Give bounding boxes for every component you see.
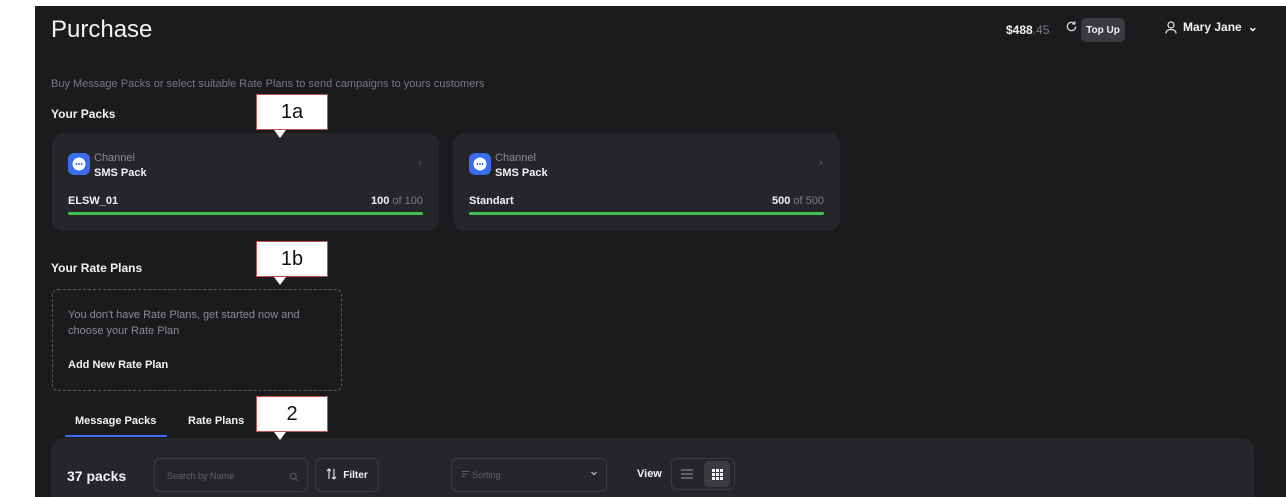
pack-usage: 500 of 500 — [772, 195, 824, 207]
user-menu[interactable]: Mary Jane ⌄ — [1165, 20, 1258, 34]
list-view-icon[interactable] — [674, 461, 700, 487]
view-toggle — [671, 458, 735, 490]
sorting-select[interactable]: Sorting — [451, 458, 607, 492]
callout-label: 2 — [256, 396, 328, 432]
search-input[interactable] — [165, 467, 289, 485]
pack-used: 500 — [771, 195, 791, 207]
callout-2: 2 — [256, 396, 328, 440]
callout-pointer — [274, 130, 286, 138]
callout-1b: 1b — [256, 241, 328, 285]
your-rate-plans-heading: Your Rate Plans — [51, 261, 143, 275]
balance-main: $488 — [1006, 23, 1033, 37]
pack-name: Standart — [469, 195, 514, 207]
your-packs-heading: Your Packs — [51, 107, 116, 121]
grid-view-icon[interactable] — [704, 461, 730, 487]
pack-used: 100 — [370, 195, 390, 207]
packs-count: 37 packs — [67, 468, 127, 484]
user-name: Mary Jane — [1183, 20, 1242, 34]
search-icon[interactable] — [289, 469, 299, 487]
top-up-button[interactable]: Top Up — [1081, 18, 1125, 42]
pack-channel-label: Channel — [495, 152, 536, 164]
pack-channel-label: Channel — [94, 152, 135, 164]
balance: $488.45 — [1006, 23, 1049, 37]
pack-total: of 500 — [793, 195, 824, 207]
sort-icon — [462, 470, 470, 480]
page-subtitle: Buy Message Packs or select suitable Rat… — [51, 78, 485, 90]
page-title: Purchase — [51, 16, 153, 43]
empty-state-text: You don't have Rate Plans, get started n… — [68, 309, 300, 337]
chevron-right-icon: › — [819, 157, 823, 169]
user-icon — [1165, 20, 1177, 34]
chevron-down-icon — [590, 469, 598, 479]
search-box — [154, 458, 308, 492]
active-tab-indicator — [65, 435, 167, 437]
callout-pointer — [274, 432, 286, 440]
chevron-right-icon: › — [418, 157, 422, 169]
rate-plans-empty-state: You don't have Rate Plans, get started n… — [52, 289, 342, 391]
view-label: View — [637, 468, 662, 480]
filter-button[interactable]: Filter — [315, 458, 379, 492]
callout-label: 1a — [256, 94, 328, 130]
tab-message-packs[interactable]: Message Packs — [75, 415, 156, 427]
pack-progress-bar — [469, 212, 824, 215]
chat-icon — [469, 153, 491, 175]
pack-card[interactable]: Channel SMS Pack › Standart 500 of 500 — [453, 133, 840, 231]
tab-rate-plans[interactable]: Rate Plans — [188, 415, 244, 427]
filter-icon — [326, 467, 338, 483]
balance-cents: .45 — [1032, 23, 1050, 37]
pack-name: ELSW_01 — [68, 195, 119, 207]
callout-pointer — [274, 277, 286, 285]
pack-type: SMS Pack — [94, 167, 147, 179]
refresh-icon[interactable] — [1065, 20, 1078, 37]
pack-type: SMS Pack — [495, 167, 548, 179]
pack-total: of 100 — [392, 195, 423, 207]
packs-toolbar: 37 packs Filter Sorting View — [51, 438, 1254, 497]
app-frame: Purchase $488.45 Top Up Mary Jane ⌄ Buy … — [35, 6, 1286, 497]
callout-1a: 1a — [256, 94, 328, 138]
pack-progress-bar — [68, 212, 423, 215]
add-new-rate-plan-link[interactable]: Add New Rate Plan — [68, 359, 168, 371]
chat-icon — [68, 153, 90, 175]
pack-usage: 100 of 100 — [371, 195, 423, 207]
pack-progress-fill — [68, 212, 423, 215]
chevron-down-icon: ⌄ — [1247, 20, 1258, 34]
sorting-placeholder: Sorting — [472, 470, 501, 480]
pack-progress-fill — [469, 212, 824, 215]
pack-card[interactable]: Channel SMS Pack › ELSW_01 100 of 100 — [52, 133, 439, 231]
filter-label: Filter — [343, 469, 368, 481]
callout-label: 1b — [256, 241, 328, 277]
